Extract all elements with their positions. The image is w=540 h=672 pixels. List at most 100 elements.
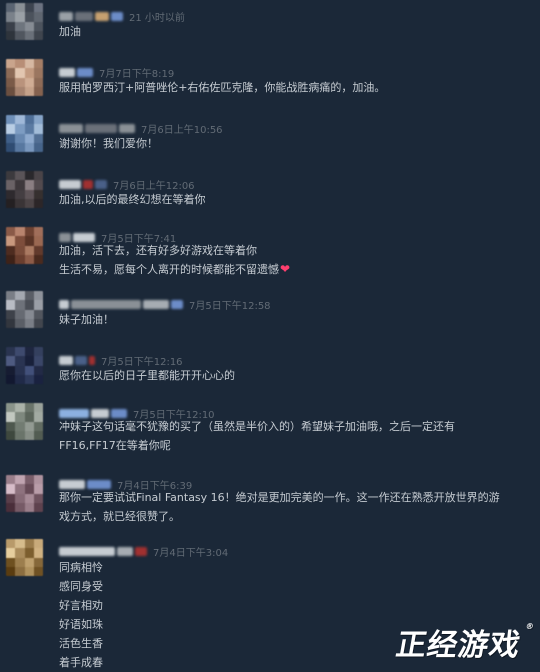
avatar-pixel: [15, 142, 25, 152]
avatar-pixel: [15, 356, 25, 366]
comment-item: 7月5日下午12:16 愿你在以后的日子里都能开开心心的: [0, 344, 540, 396]
avatar-pixel: [33, 502, 43, 512]
avatar-pixel: [6, 484, 16, 494]
avatar-pixel: [6, 77, 16, 87]
avatar-pixel: [24, 421, 34, 431]
avatar-pixel: [33, 548, 43, 558]
avatar-pixel: [24, 566, 34, 576]
avatar-pixel: [6, 236, 16, 246]
avatar-pixel: [6, 3, 16, 13]
avatar-pixel: [15, 115, 25, 125]
username-redacted[interactable]: [59, 123, 135, 133]
avatar-pixel: [6, 421, 16, 431]
avatar[interactable]: [6, 475, 43, 512]
avatar[interactable]: [6, 3, 43, 40]
avatar-pixel: [33, 77, 43, 87]
avatar-pixel: [24, 318, 34, 328]
avatar[interactable]: [6, 403, 43, 440]
avatar-pixel: [24, 493, 34, 503]
avatar-pixel: [24, 430, 34, 440]
avatar-pixel: [24, 502, 34, 512]
username-redacted[interactable]: [59, 299, 183, 309]
avatar-pixel: [24, 365, 34, 375]
avatar-pixel: [15, 171, 25, 181]
avatar-pixel: [6, 142, 16, 152]
avatar-pixel: [15, 318, 25, 328]
avatar-pixel: [6, 356, 16, 366]
comment-item: 7月6日上午10:56 谢谢你！我们爱你！: [0, 112, 540, 164]
avatar-pixel: [15, 189, 25, 199]
watermark-logo: 正经游戏 ®: [393, 620, 536, 664]
avatar-pixel: [33, 475, 43, 485]
avatar-pixel: [15, 309, 25, 319]
avatar-pixel: [24, 68, 34, 78]
avatar-pixel: [33, 484, 43, 494]
avatar-pixel: [33, 236, 43, 246]
avatar-pixel: [6, 347, 16, 357]
avatar[interactable]: [6, 291, 43, 328]
avatar-pixel: [33, 3, 43, 13]
avatar-pixel: [15, 475, 25, 485]
comment-text: 加油,以后的最终幻想在等着你: [59, 193, 206, 206]
comment-item: 7月6日上午12:06 加油,以后的最终幻想在等着你: [0, 168, 540, 220]
avatar-pixel: [15, 12, 25, 22]
avatar-pixel: [33, 227, 43, 237]
username-redacted[interactable]: [59, 355, 95, 365]
avatar-pixel: [6, 291, 16, 301]
username-redacted[interactable]: [59, 67, 93, 77]
avatar[interactable]: [6, 347, 43, 384]
avatar-pixel: [15, 566, 25, 576]
registered-mark: ®: [524, 622, 536, 631]
username-redacted[interactable]: [59, 179, 107, 189]
comment-text: 加油，活下去，还有好多好游戏在等着你 生活不易，愿每个人离开的时候都能不留遗憾❤: [59, 241, 529, 279]
avatar-pixel: [24, 557, 34, 567]
avatar[interactable]: [6, 171, 43, 208]
avatar-pixel: [33, 124, 43, 134]
avatar-pixel: [6, 124, 16, 134]
avatar-pixel: [24, 484, 34, 494]
avatar-pixel: [15, 548, 25, 558]
avatar-pixel: [6, 12, 16, 22]
avatar-pixel: [15, 374, 25, 384]
avatar-pixel: [15, 236, 25, 246]
avatar-pixel: [33, 403, 43, 413]
username-redacted[interactable]: [59, 11, 123, 21]
heart-icon: ❤: [280, 262, 291, 276]
comment-text: 加油: [59, 25, 81, 38]
avatar-pixel: [15, 59, 25, 69]
avatar-pixel: [33, 12, 43, 22]
comment-timestamp: 7月4日下午3:04: [153, 547, 229, 559]
avatar[interactable]: [6, 227, 43, 264]
username-redacted[interactable]: [59, 546, 147, 556]
avatar-pixel: [15, 421, 25, 431]
avatar-pixel: [6, 309, 16, 319]
avatar-pixel: [15, 430, 25, 440]
avatar-pixel: [15, 124, 25, 134]
avatar-pixel: [24, 539, 34, 549]
avatar-pixel: [33, 59, 43, 69]
avatar-pixel: [24, 21, 34, 31]
comment-text: 那你一定要试试Final Fantasy 16！绝对是更加完美的一作。这一作还在…: [59, 491, 500, 523]
avatar-pixel: [6, 493, 16, 503]
avatar-pixel: [33, 356, 43, 366]
avatar-pixel: [6, 21, 16, 31]
avatar-pixel: [33, 245, 43, 255]
comment-item: 21 小时以前 加油: [0, 0, 540, 52]
avatar-pixel: [6, 365, 16, 375]
avatar[interactable]: [6, 115, 43, 152]
avatar-pixel: [15, 300, 25, 310]
avatar[interactable]: [6, 59, 43, 96]
avatar-pixel: [6, 403, 16, 413]
avatar-pixel: [15, 68, 25, 78]
avatar-pixel: [24, 12, 34, 22]
avatar[interactable]: [6, 539, 43, 576]
avatar-pixel: [24, 236, 34, 246]
comment-text: 服用帕罗西汀+阿普唑伦+右佑佐匹克隆，你能战胜病痛的，加油。: [59, 81, 386, 94]
avatar-pixel: [24, 254, 34, 264]
avatar-pixel: [15, 412, 25, 422]
avatar-pixel: [15, 133, 25, 143]
avatar-pixel: [15, 3, 25, 13]
avatar-pixel: [6, 539, 16, 549]
avatar-pixel: [24, 77, 34, 87]
avatar-pixel: [24, 3, 34, 13]
